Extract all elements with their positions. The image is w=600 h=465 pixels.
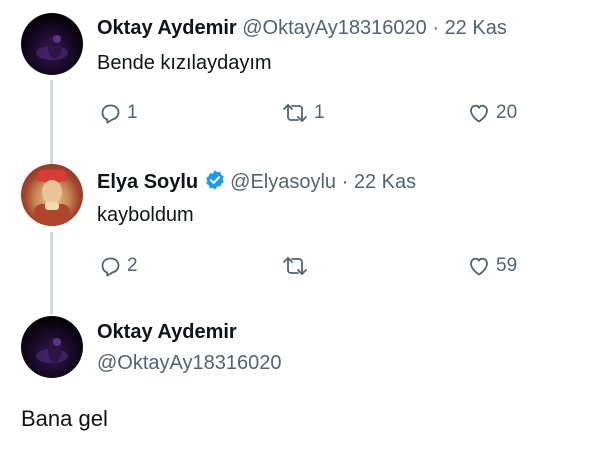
display-name[interactable]: Oktay Aydemir	[97, 320, 237, 344]
tweet-text: Bende kızılaydayım	[97, 52, 272, 74]
reply-count: 1	[127, 102, 138, 123]
thread-line	[50, 232, 53, 314]
like-button[interactable]: 59	[466, 254, 517, 278]
retweet-button[interactable]	[280, 254, 314, 278]
reply-button[interactable]: 1	[97, 101, 138, 125]
tweet-header: Oktay Aydemir @OktayAy18316020 · 22 Kas	[97, 16, 507, 40]
tweet-text: Bana gel	[21, 406, 108, 431]
user-handle[interactable]: @OktayAy18316020	[97, 351, 282, 375]
display-name[interactable]: Elya Soylu	[97, 171, 198, 193]
user-handle[interactable]: @Elyasoylu	[230, 171, 336, 193]
tweet-date[interactable]: 22 Kas	[354, 171, 416, 193]
verified-badge-icon	[204, 169, 226, 197]
avatar[interactable]	[21, 316, 83, 378]
reply-icon	[101, 257, 120, 277]
tweet-text: kayboldum	[97, 204, 194, 226]
retweet-button[interactable]: 1	[280, 101, 325, 125]
retweet-count: 1	[314, 102, 325, 123]
retweet-icon	[283, 257, 307, 275]
retweet-icon	[283, 104, 307, 122]
like-icon	[470, 104, 488, 123]
reply-count: 2	[127, 255, 138, 276]
separator-dot: ·	[341, 171, 349, 193]
thread-line	[50, 80, 53, 166]
avatar[interactable]	[21, 164, 83, 226]
separator-dot: ·	[432, 17, 439, 39]
display-name[interactable]: Oktay Aydemir	[97, 17, 237, 39]
reply-icon	[101, 104, 120, 124]
avatar[interactable]	[21, 13, 83, 75]
like-button[interactable]: 20	[466, 101, 517, 125]
like-count: 59	[496, 255, 518, 276]
reply-button[interactable]: 2	[97, 254, 138, 278]
like-icon	[470, 257, 488, 276]
like-count: 20	[496, 102, 518, 123]
tweet-date[interactable]: 22 Kas	[445, 17, 507, 39]
tweet-header: Elya Soylu @Elyasoylu · 22 Kas	[97, 169, 416, 197]
user-handle[interactable]: @OktayAy18316020	[242, 17, 427, 39]
